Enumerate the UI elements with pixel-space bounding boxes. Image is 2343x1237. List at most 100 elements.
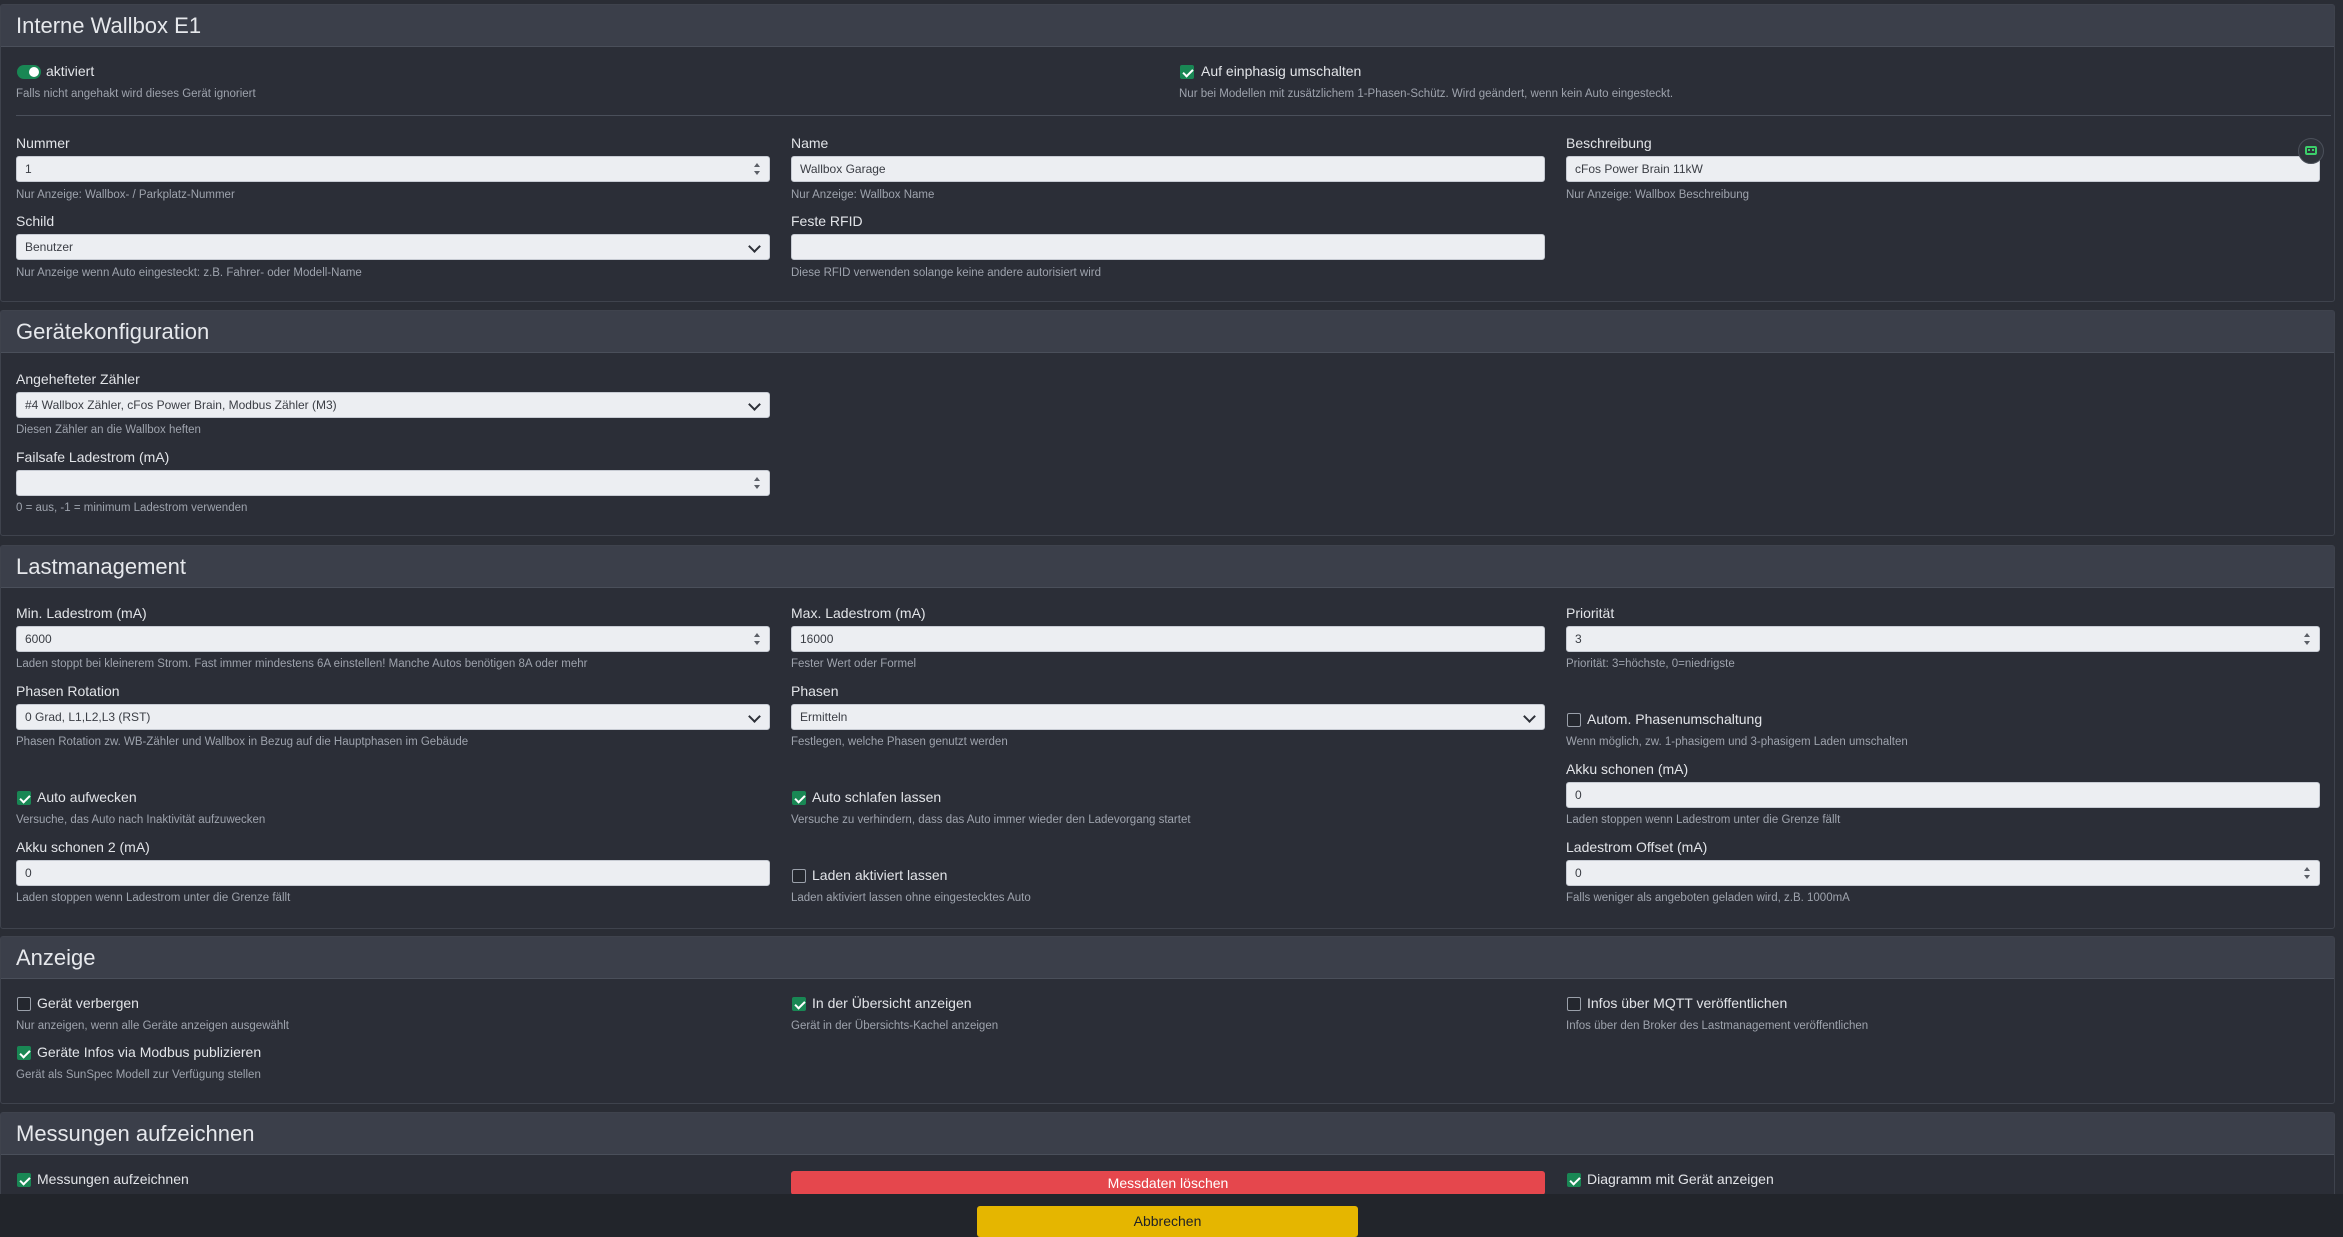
keep-charging-label: Laden aktiviert lassen xyxy=(812,867,948,883)
number-label: Nummer xyxy=(16,135,70,151)
meter-hint: Diesen Zähler an die Wallbox heften xyxy=(16,424,201,436)
priority-spinner-icon[interactable] xyxy=(2303,631,2311,647)
auto-phase-switch-hint: Wenn möglich, zw. 1-phasigem und 3-phasi… xyxy=(1566,736,1908,748)
keep-charging-hint: Laden aktiviert lassen ohne eingesteckte… xyxy=(791,892,1031,904)
overview-checkbox[interactable] xyxy=(792,997,806,1011)
single-phase-checkbox[interactable] xyxy=(1180,65,1194,79)
sleep-car-checkbox[interactable] xyxy=(792,791,806,805)
measure-card: Messungen aufzeichnen Messungen aufzeich… xyxy=(0,1112,2335,1202)
priority-input[interactable]: 3 xyxy=(1566,626,2320,652)
phases-hint: Festlegen, welche Phasen genutzt werden xyxy=(791,736,1008,748)
akku-value: 0 xyxy=(1575,788,1582,802)
priority-label: Priorität xyxy=(1566,605,1615,621)
hide-device-hint: Nur anzeigen, wenn alle Geräte anzeigen … xyxy=(16,1020,289,1032)
min-current-spinner-icon[interactable] xyxy=(753,631,761,647)
enabled-toggle[interactable] xyxy=(17,65,41,79)
akku2-label: Akku schonen 2 (mA) xyxy=(16,839,150,855)
chart-label: Diagramm mit Gerät anzeigen xyxy=(1587,1171,1774,1187)
meter-select[interactable]: #4 Wallbox Zähler, cFos Power Brain, Mod… xyxy=(16,392,770,418)
akku-label: Akku schonen (mA) xyxy=(1566,761,1689,777)
mqtt-hint: Infos über den Broker des Lastmanagement… xyxy=(1566,1020,1869,1032)
number-hint: Nur Anzeige: Wallbox- / Parkplatz-Nummer xyxy=(16,189,235,201)
single-phase-label: Auf einphasig umschalten xyxy=(1201,63,1362,79)
wallbox-divider xyxy=(16,115,2331,116)
min-current-hint: Laden stoppt bei kleinerem Strom. Fast i… xyxy=(16,658,588,670)
offset-spinner-icon[interactable] xyxy=(2303,865,2311,881)
wake-car-checkbox[interactable] xyxy=(17,791,31,805)
phase-rotation-label: Phasen Rotation xyxy=(16,683,120,699)
phases-value: Ermitteln xyxy=(800,710,848,724)
offset-value: 0 xyxy=(1575,866,1582,880)
sleep-car-hint: Versuche zu verhindern, dass das Auto im… xyxy=(791,814,1191,826)
chevron-down-icon xyxy=(748,398,761,411)
modbus-hint: Gerät als SunSpec Modell zur Verfügung s… xyxy=(16,1069,261,1081)
min-current-label: Min. Ladestrom (mA) xyxy=(16,605,147,621)
priority-hint: Priorität: 3=höchste, 0=niedrigste xyxy=(1566,658,1735,670)
modbus-label: Geräte Infos via Modbus publizieren xyxy=(37,1044,262,1060)
meter-value: #4 Wallbox Zähler, cFos Power Brain, Mod… xyxy=(25,398,337,412)
akku2-value: 0 xyxy=(25,866,32,880)
failsafe-spinner-icon[interactable] xyxy=(753,475,761,491)
name-input[interactable]: Wallbox Garage xyxy=(791,156,1545,182)
delete-data-label: Messdaten löschen xyxy=(1107,1175,1229,1191)
keep-charging-checkbox[interactable] xyxy=(792,869,806,883)
name-value: Wallbox Garage xyxy=(800,162,886,176)
bot-icon[interactable] xyxy=(2298,138,2324,164)
device-config-card: Gerätekonfiguration Angehefteter Zähler … xyxy=(0,310,2335,536)
name-hint: Nur Anzeige: Wallbox Name xyxy=(791,189,935,201)
priority-value: 3 xyxy=(1575,632,1582,646)
single-phase-hint: Nur bei Modellen mit zusätzlichem 1-Phas… xyxy=(1179,88,1674,100)
enabled-hint: Falls nicht angehakt wird dieses Gerät i… xyxy=(16,88,256,100)
min-current-value: 6000 xyxy=(25,632,52,646)
failsafe-input[interactable] xyxy=(16,470,770,496)
wallbox-card-title: Interne Wallbox E1 xyxy=(1,5,2334,47)
phase-rotation-select[interactable]: 0 Grad, L1,L2,L3 (RST) xyxy=(16,704,770,730)
min-current-input[interactable]: 6000 xyxy=(16,626,770,652)
phase-rotation-hint: Phasen Rotation zw. WB-Zähler und Wallbo… xyxy=(16,736,469,748)
delete-data-button[interactable]: Messdaten löschen xyxy=(791,1171,1545,1195)
wake-car-label: Auto aufwecken xyxy=(37,789,137,805)
sign-label: Schild xyxy=(16,213,55,229)
record-checkbox[interactable] xyxy=(17,1173,31,1187)
overview-label: In der Übersicht anzeigen xyxy=(812,995,972,1011)
hide-device-checkbox[interactable] xyxy=(17,997,31,1011)
meter-label: Angehefteter Zähler xyxy=(16,371,140,387)
auto-phase-switch-label: Autom. Phasenumschaltung xyxy=(1587,711,1763,727)
chevron-down-icon xyxy=(748,710,761,723)
akku2-input[interactable]: 0 xyxy=(16,860,770,886)
sleep-car-label: Auto schlafen lassen xyxy=(812,789,942,805)
rfid-hint: Diese RFID verwenden solange keine ander… xyxy=(791,267,1102,279)
chart-checkbox[interactable] xyxy=(1567,1173,1581,1187)
chevron-down-icon xyxy=(748,240,761,253)
phases-select[interactable]: Ermitteln xyxy=(791,704,1545,730)
rfid-input[interactable] xyxy=(791,234,1545,260)
akku-hint: Laden stoppen wenn Ladestrom unter die G… xyxy=(1566,814,1841,826)
failsafe-label: Failsafe Ladestrom (mA) xyxy=(16,449,170,465)
wake-car-hint: Versuche, das Auto nach Inaktivität aufz… xyxy=(16,814,266,826)
max-current-input[interactable]: 16000 xyxy=(791,626,1545,652)
number-input[interactable]: 1 xyxy=(16,156,770,182)
load-card-title: Lastmanagement xyxy=(1,546,2334,588)
name-label: Name xyxy=(791,135,829,151)
mqtt-checkbox[interactable] xyxy=(1567,997,1581,1011)
auto-phase-switch-checkbox[interactable] xyxy=(1567,713,1581,727)
desc-hint: Nur Anzeige: Wallbox Beschreibung xyxy=(1566,189,1750,201)
modbus-checkbox[interactable] xyxy=(17,1046,31,1060)
phases-label: Phasen xyxy=(791,683,839,699)
measure-card-title: Messungen aufzeichnen xyxy=(1,1113,2334,1155)
phase-rotation-value: 0 Grad, L1,L2,L3 (RST) xyxy=(25,710,151,724)
cancel-button[interactable]: Abbrechen xyxy=(977,1206,1358,1237)
enabled-label: aktiviert xyxy=(46,63,95,79)
rfid-label: Feste RFID xyxy=(791,213,863,229)
desc-input[interactable]: cFos Power Brain 11kW xyxy=(1566,156,2320,182)
desc-label: Beschreibung xyxy=(1566,135,1652,151)
offset-input[interactable]: 0 xyxy=(1566,860,2320,886)
sign-select[interactable]: Benutzer xyxy=(16,234,770,260)
number-value: 1 xyxy=(25,162,32,176)
cancel-label: Abbrechen xyxy=(1133,1213,1202,1229)
record-label: Messungen aufzeichnen xyxy=(37,1171,189,1187)
hide-device-label: Gerät verbergen xyxy=(37,995,139,1011)
akku-input[interactable]: 0 xyxy=(1566,782,2320,808)
akku2-hint: Laden stoppen wenn Ladestrom unter die G… xyxy=(16,892,291,904)
number-spinner-icon[interactable] xyxy=(753,161,761,177)
